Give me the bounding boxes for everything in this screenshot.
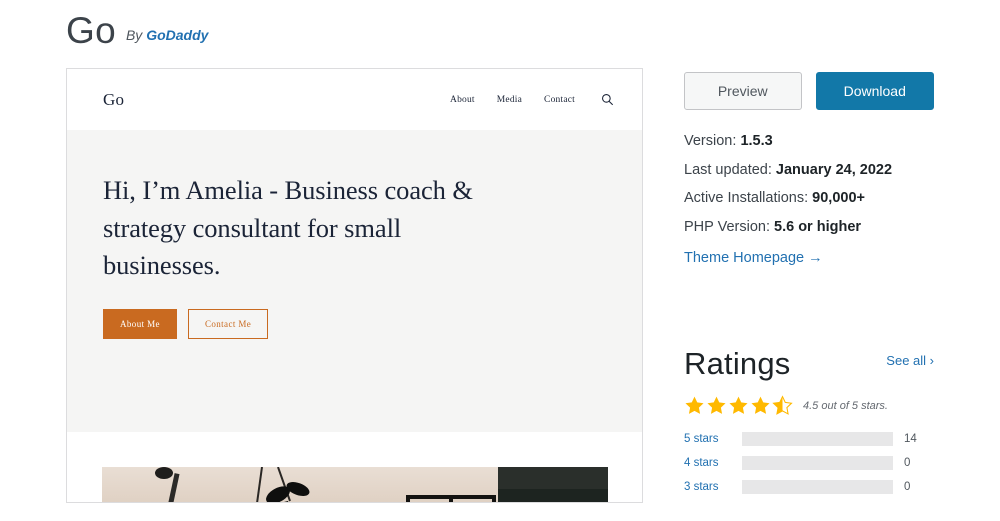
preview-photo: [102, 467, 608, 502]
star-icon-full: [729, 396, 748, 414]
rating-row-5: 5 stars 14: [684, 429, 934, 448]
meta-version-label: Version:: [684, 133, 737, 149]
meta-version-value: 1.5.3: [740, 133, 773, 149]
nav-item-contact[interactable]: Contact: [544, 95, 575, 105]
hero-title: Hi, I’m Amelia - Business coach & strate…: [103, 175, 473, 281]
see-all-link[interactable]: See all ›: [886, 353, 934, 368]
rating-track-3: [742, 479, 893, 494]
preview-site-logo[interactable]: Go: [103, 90, 124, 110]
star-icon-full: [751, 396, 770, 414]
star-icon-full: [685, 396, 704, 414]
rating-breakdown: 5 stars 14 4 stars 0 3 stars 0: [684, 429, 934, 496]
action-buttons: Preview Download: [684, 72, 934, 110]
rating-track-5: [742, 431, 893, 446]
preview-photo-band: [67, 432, 642, 502]
contact-me-button[interactable]: Contact Me: [187, 308, 269, 339]
rating-track-4: [742, 455, 893, 470]
ratings-header: Ratings See all ›: [684, 346, 934, 381]
meta-active-installations-value: 90,000+: [812, 190, 865, 206]
author-link[interactable]: GoDaddy: [146, 27, 208, 43]
meta-active-installations: Active Installations: 90,000+: [684, 191, 934, 206]
theme-homepage-link[interactable]: Theme Homepage →: [684, 250, 823, 266]
nav-item-about[interactable]: About: [450, 95, 475, 105]
rating-count-3: 0: [904, 480, 911, 493]
meta-active-installations-label: Active Installations:: [684, 190, 809, 206]
theme-actions-panel: Preview Download Version: 1.5.3 Last upd…: [684, 72, 934, 267]
meta-php-version-label: PHP Version:: [684, 218, 770, 235]
theme-preview-card[interactable]: Go About Media Contact Hi, I’m Amelia - …: [66, 68, 643, 503]
by-label: By: [125, 27, 143, 43]
rating-row-3: 3 stars 0: [684, 477, 934, 496]
preview-site-nav: About Media Contact: [450, 93, 614, 106]
preview-button[interactable]: Preview: [684, 72, 802, 110]
meta-last-updated-value: January 24, 2022: [775, 161, 893, 178]
star-icon-full: [707, 396, 726, 414]
download-button[interactable]: Download: [815, 72, 934, 110]
page-title: Go: [66, 10, 116, 51]
star-icon-half: [772, 395, 793, 415]
preview-hero: Hi, I’m Amelia - Business coach & strate…: [67, 130, 642, 432]
theme-header: Go By GoDaddy: [66, 12, 208, 49]
rating-label-3[interactable]: 3 stars: [684, 481, 742, 493]
meta-last-updated-label: Last updated:: [684, 161, 772, 178]
meta-php-version: PHP Version: 5.6 or higher: [684, 218, 934, 235]
theme-detail-page: Go By GoDaddy Go About Media Contact Hi,…: [0, 0, 1000, 521]
search-icon[interactable]: [601, 93, 614, 106]
meta-version: Version: 1.5.3: [684, 134, 934, 149]
ratings-average-row: 4.5 out of 5 stars.: [684, 395, 934, 416]
preview-site-topbar: Go About Media Contact: [67, 69, 642, 130]
rating-summary-text: 4.5 out of 5 stars.: [803, 399, 888, 412]
hero-buttons: About Me Contact Me: [103, 308, 606, 339]
rating-label-5[interactable]: 5 stars: [684, 433, 742, 445]
meta-last-updated: Last updated: January 24, 2022: [684, 161, 934, 178]
ratings-title: Ratings: [684, 346, 791, 381]
star-rating[interactable]: [684, 395, 793, 416]
theme-meta-list: Version: 1.5.3 Last updated: January 24,…: [684, 134, 934, 267]
theme-author-line: By GoDaddy: [126, 27, 208, 43]
rating-row-4: 4 stars 0: [684, 453, 934, 472]
meta-php-version-value: 5.6 or higher: [774, 218, 862, 235]
about-me-button[interactable]: About Me: [103, 308, 177, 339]
rating-count-4: 0: [904, 456, 911, 469]
ratings-section: Ratings See all › 4.5 out of 5 stars. 5 …: [684, 346, 934, 501]
rating-label-4[interactable]: 4 stars: [684, 457, 742, 469]
rating-count-5: 14: [904, 432, 917, 445]
nav-item-media[interactable]: Media: [497, 95, 522, 105]
